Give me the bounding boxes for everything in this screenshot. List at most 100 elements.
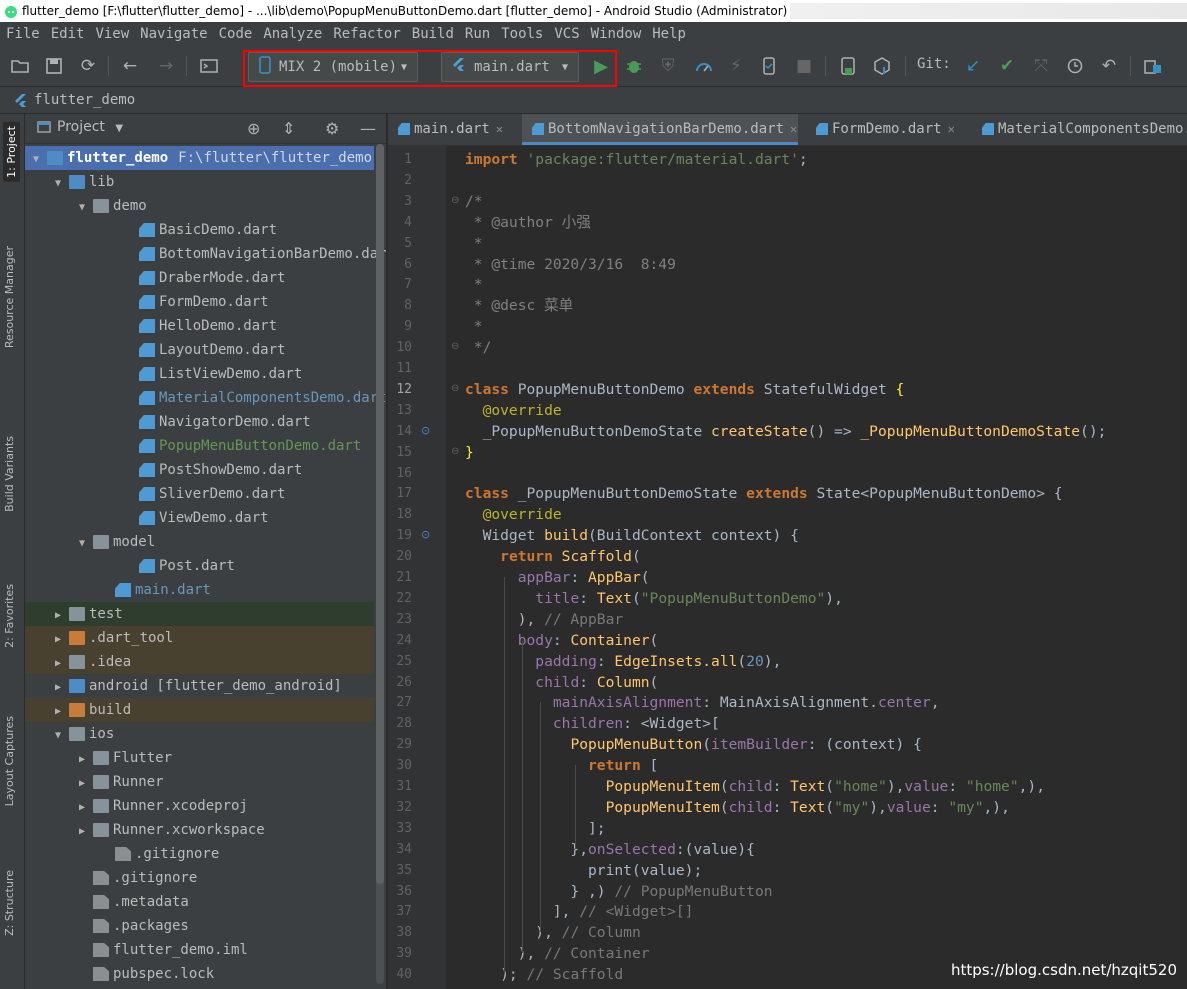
project-scrollbar[interactable] (376, 144, 384, 984)
save-icon[interactable] (42, 54, 66, 78)
expanded-arrow-icon[interactable]: ▼ (75, 196, 89, 220)
collapsed-arrow-icon[interactable]: ▶ (51, 604, 65, 628)
override-marker-icon[interactable]: ⊙ (421, 528, 430, 541)
close-icon[interactable]: ✕ (790, 122, 797, 136)
tree-item[interactable]: ▼ flutter_demo F:\flutter\flutter_demo (25, 146, 374, 170)
apply-changes-icon[interactable] (757, 54, 781, 78)
tree-item[interactable]: ▼ ios (25, 722, 374, 746)
gear-icon[interactable]: ⚙ (325, 119, 339, 138)
tree-item[interactable]: ▼ model (25, 530, 374, 554)
tree-item[interactable]: ▶ Runner.xcworkspace (25, 818, 374, 842)
tool-tab-structure[interactable]: Z: Structure (3, 870, 16, 936)
tree-item[interactable]: flutter_demo.iml (25, 938, 374, 962)
close-icon[interactable]: ✕ (496, 122, 503, 136)
tree-item[interactable]: .gitignore (25, 866, 374, 890)
collapse-all-icon[interactable]: ⇕ (282, 119, 295, 138)
tree-item[interactable]: HelloDemo.dart (25, 314, 374, 338)
locate-file-icon[interactable]: ⊕ (247, 119, 260, 138)
fold-marker-icon[interactable]: ⊖ (451, 341, 459, 352)
hide-panel-icon[interactable]: — (360, 119, 376, 138)
tab-form-demo[interactable]: FormDemo.dart ✕ (806, 114, 972, 145)
tree-item[interactable]: ▶ Flutter (25, 746, 374, 770)
hot-reload-icon[interactable]: ⚡ (724, 54, 748, 78)
profiler-icon[interactable] (692, 54, 716, 78)
menu-edit[interactable]: Edit (45, 22, 90, 46)
sdk-manager-icon[interactable] (870, 54, 894, 78)
tree-item[interactable]: ▶ .dart_tool (25, 626, 374, 650)
debug-icon[interactable] (622, 54, 646, 78)
menu-code[interactable]: Code (213, 22, 258, 46)
tree-item[interactable]: .gitignore (25, 842, 374, 866)
fold-marker-icon[interactable]: ⊖ (451, 446, 459, 457)
stop-icon[interactable]: ■ (792, 54, 816, 78)
tree-item[interactable]: ▼ lib (25, 170, 374, 194)
coverage-icon[interactable]: ⛨ (656, 54, 680, 78)
tree-item[interactable]: PopupMenuButtonDemo.dart (25, 434, 374, 458)
tree-item[interactable]: ▶ android [flutter_demo_android] (25, 674, 374, 698)
tree-item[interactable]: Post.dart (25, 554, 374, 578)
tree-item[interactable]: ViewDemo.dart (25, 506, 374, 530)
fold-marker-icon[interactable]: ⊖ (451, 383, 459, 394)
tree-item[interactable]: SliverDemo.dart (25, 482, 374, 506)
tree-item[interactable]: .packages (25, 914, 374, 938)
tree-item[interactable]: LayoutDemo.dart (25, 338, 374, 362)
tree-item[interactable]: ▼ demo (25, 194, 374, 218)
collapsed-arrow-icon[interactable]: ▶ (75, 748, 89, 772)
collapsed-arrow-icon[interactable]: ▶ (51, 676, 65, 700)
menu-help[interactable]: Help (646, 22, 691, 46)
tree-item[interactable]: ▶ test (25, 602, 374, 626)
breadcrumb-project[interactable]: flutter_demo (14, 87, 135, 113)
menu-run[interactable]: Run (459, 22, 495, 46)
collapsed-arrow-icon[interactable]: ▶ (51, 628, 65, 652)
collapsed-arrow-icon[interactable]: ▶ (51, 700, 65, 724)
tree-item[interactable]: .metadata (25, 890, 374, 914)
collapsed-arrow-icon[interactable]: ▶ (75, 772, 89, 796)
tree-item[interactable]: ▶ .idea (25, 650, 374, 674)
expanded-arrow-icon[interactable]: ▼ (51, 724, 65, 748)
collapsed-arrow-icon[interactable]: ▶ (51, 652, 65, 676)
git-commit-icon[interactable]: ✔ (995, 54, 1019, 78)
device-manager-icon[interactable] (836, 54, 860, 78)
tree-item[interactable]: DraberMode.dart (25, 266, 374, 290)
git-update-icon[interactable]: ↙ (961, 54, 985, 78)
menu-view[interactable]: View (89, 22, 134, 46)
forward-arrow-icon[interactable]: → (154, 54, 178, 78)
menu-vcs[interactable]: VCS (548, 22, 584, 46)
menu-window[interactable]: Window (585, 22, 647, 46)
git-push-icon[interactable]: ⤧ (1029, 54, 1053, 78)
tree-item[interactable]: pubspec.lock (25, 962, 374, 986)
menu-file[interactable]: File (0, 22, 45, 46)
tool-tab-layout-captures[interactable]: Layout Captures (3, 716, 16, 806)
tree-item[interactable]: BottomNavigationBarDemo.dart (25, 242, 386, 266)
tree-item[interactable]: FormDemo.dart (25, 290, 374, 314)
rollback-icon[interactable]: ↶ (1097, 54, 1121, 78)
scrollbar-thumb[interactable] (376, 144, 384, 884)
tree-item[interactable]: ▶ build (25, 698, 374, 722)
expanded-arrow-icon[interactable]: ▼ (29, 148, 43, 172)
tool-tab-project[interactable]: 1: Project (3, 122, 20, 182)
tree-item[interactable]: MaterialComponentsDemo.dart (25, 386, 386, 410)
menu-navigate[interactable]: Navigate (134, 22, 212, 46)
tree-item[interactable]: PostShowDemo.dart (25, 458, 374, 482)
sync-icon[interactable]: ⟳ (76, 54, 100, 78)
menu-refactor[interactable]: Refactor (327, 22, 405, 46)
history-icon[interactable] (1063, 54, 1087, 78)
tab-main-dart[interactable]: main.dart ✕ (388, 114, 516, 145)
expanded-arrow-icon[interactable]: ▼ (51, 172, 65, 196)
tree-item[interactable]: ListViewDemo.dart (25, 362, 374, 386)
project-view-selector[interactable]: Project ▼ (37, 119, 123, 135)
tab-material-components-demo[interactable]: MaterialComponentsDemo. (972, 114, 1187, 145)
override-marker-icon[interactable]: ⊙ (421, 424, 430, 437)
tree-item[interactable]: ▶ Runner (25, 770, 374, 794)
tree-item[interactable]: ▶ Runner.xcodeproj (25, 794, 374, 818)
tool-tab-build-variants[interactable]: Build Variants (3, 436, 16, 512)
tab-bottom-navigation-bar-demo[interactable]: BottomNavigationBarDemo.dart ✕ (522, 114, 798, 145)
project-structure-icon[interactable] (1141, 54, 1165, 78)
tree-item[interactable]: BasicDemo.dart (25, 218, 374, 242)
code-area[interactable]: 1 import 'package:flutter/material.dart';… (388, 145, 1187, 989)
collapsed-arrow-icon[interactable]: ▶ (75, 796, 89, 820)
menu-analyze[interactable]: Analyze (257, 22, 327, 46)
expanded-arrow-icon[interactable]: ▼ (75, 532, 89, 556)
tree-item[interactable]: main.dart (25, 578, 374, 602)
menu-tools[interactable]: Tools (495, 22, 548, 46)
